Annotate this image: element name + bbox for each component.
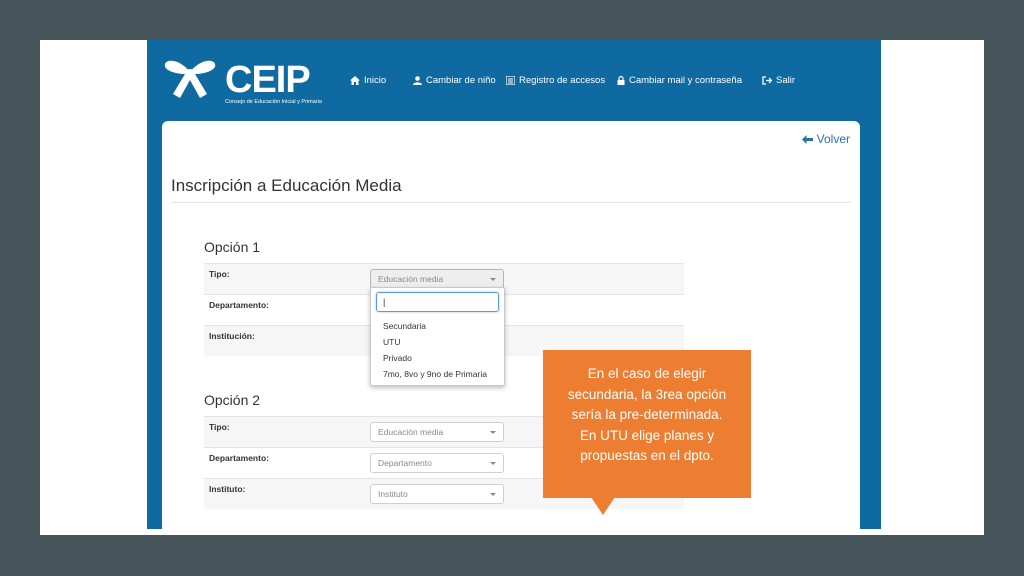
callout-text: En el caso de elegir secundaria, la 3rea… [547,364,747,467]
chevron-down-icon [490,431,496,434]
callout-line: En el caso de elegir [587,366,707,381]
logout-icon [762,76,772,85]
nav-item-registro-accesos[interactable]: Registro de accesos [506,75,605,86]
chevron-down-icon [490,493,496,496]
option2-tipo-select[interactable]: Educación media [370,422,504,442]
select-value: Departamento [378,458,432,468]
callout-line: En UTU elige planes y [579,427,715,443]
option1-tipo-select[interactable]: Educación media [370,269,504,289]
logo-text: CEIP [225,59,311,101]
divider [171,202,851,203]
nav-label: Salir [776,75,796,86]
tipo-dropdown: | Secundaria UTU Privado 7mo, 8vo y 9no … [370,287,505,386]
nav-label: Inicio [364,75,387,86]
option2-departamento-select[interactable]: Departamento [370,453,504,473]
bow-logo-icon [164,60,216,98]
callout-box: En el caso de elegir secundaria, la 3rea… [543,350,751,498]
back-link[interactable]: Volver [801,132,850,146]
tipo-label: Tipo: [209,269,230,279]
select-value: Educación media [378,427,444,437]
institucion-label: Institución: [209,331,255,341]
dropdown-option-secundaria[interactable]: Secundaria [383,321,426,331]
departamento-label: Departamento: [209,453,269,463]
option2-instituto-select[interactable]: Instituto [370,484,504,504]
nav-label: Cambiar de niño [426,75,496,86]
instituto-label: Instituto: [209,484,246,494]
nav-item-cambiar-mail[interactable]: Cambiar mail y contraseña [617,75,742,86]
dropdown-option-utu[interactable]: UTU [383,337,400,347]
tipo-label: Tipo: [209,422,230,432]
back-label: Volver [816,132,850,146]
callout-line: propuestas en el dpto. [580,448,714,463]
nav-item-cambiar-nino[interactable]: Cambiar de niño [413,75,496,86]
callout-pointer [591,497,615,515]
departamento-label: Departamento: [209,300,269,310]
main-panel: Volver Inscripción a Educación Media Opc… [162,121,860,529]
app-window: CEIP Consejo de Educación Inicial y Prim… [147,40,881,529]
dropdown-search-input[interactable]: | [376,292,499,312]
arrow-left-icon [801,134,813,144]
nav-label: Cambiar mail y contraseña [629,75,742,86]
chevron-down-icon [490,462,496,465]
nav-item-inicio[interactable]: Inicio [350,75,386,86]
slide: CEIP Consejo de Educación Inicial y Prim… [40,40,984,535]
list-icon [506,76,515,85]
ceip-logo[interactable]: CEIP Consejo de Educación Inicial y Prim… [163,58,323,106]
callout-line: sería la pre-determinada. [571,407,723,422]
nav-label: Registro de accesos [519,75,606,86]
lock-icon [617,76,625,85]
select-value: Instituto [378,489,408,499]
callout-line: secundaria, la 3rea opción [567,386,727,402]
logo-subtitle: Consejo de Educación Inicial y Primaria [225,99,322,105]
user-icon [413,76,422,85]
chevron-down-icon [490,278,496,281]
dropdown-option-privado[interactable]: Privado [383,353,412,363]
home-icon [350,76,360,85]
nav-item-salir[interactable]: Salir [762,75,795,86]
option1-title: Opción 1 [204,239,261,255]
dropdown-option-primaria[interactable]: 7mo, 8vo y 9no de Primaria [383,369,487,379]
option2-title: Opción 2 [204,392,261,408]
page-title: Inscripción a Educación Media [171,176,402,195]
select-value: Educación media [378,274,444,284]
